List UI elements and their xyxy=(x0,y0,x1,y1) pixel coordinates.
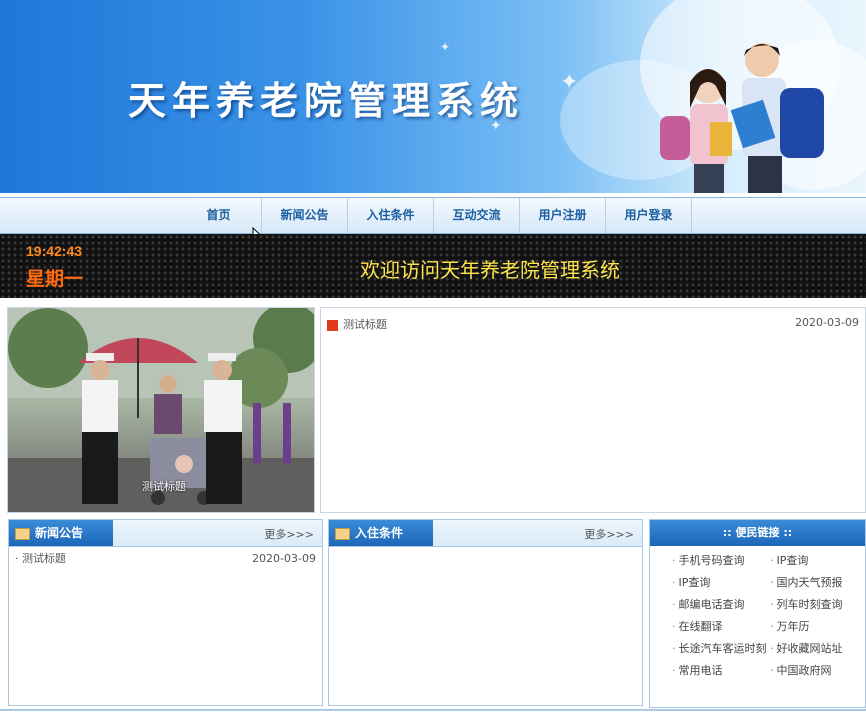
nav-item-checkin-conditions[interactable]: 入住条件 xyxy=(348,198,434,233)
news-title[interactable]: 测试标题 xyxy=(343,318,387,331)
news-panel: 新闻公告 更多>>> · 测试标题 2020-03-09 xyxy=(8,519,323,706)
news-title[interactable]: 测试标题 xyxy=(22,552,66,565)
led-marquee: 19:42:43 星期一 欢迎访问天年养老院管理系统 xyxy=(0,234,866,298)
featured-news-panel: 测试标题 2020-03-09 xyxy=(320,307,866,513)
welcome-message: 欢迎访问天年养老院管理系统 xyxy=(360,260,620,282)
link-item[interactable]: IP查询 xyxy=(770,552,809,568)
slideshow-caption: 测试标题 xyxy=(142,480,186,493)
link-item[interactable]: 长途汽车客运时刻 xyxy=(672,640,767,656)
link-item[interactable]: 万年历 xyxy=(770,618,810,634)
star-icon: ✦ xyxy=(440,40,451,54)
link-item[interactable]: 列车时刻查询 xyxy=(770,596,843,612)
clock-time: 19:42:43 xyxy=(26,243,83,259)
link-item[interactable]: 在线翻译 xyxy=(672,618,723,634)
nav-item-login[interactable]: 用户登录 xyxy=(606,198,692,233)
list-item[interactable]: · 测试标题 2020-03-09 xyxy=(15,550,316,568)
nav-item-home[interactable]: 首页 xyxy=(176,198,262,233)
nav-item-news[interactable]: 新闻公告 xyxy=(262,198,348,233)
star-icon: ✦ xyxy=(560,70,579,95)
more-link[interactable]: 更多>>> xyxy=(584,526,634,542)
book-icon xyxy=(15,527,30,540)
link-item[interactable]: 国内天气预报 xyxy=(770,574,843,590)
nav-item-interaction[interactable]: 互动交流 xyxy=(434,198,520,233)
link-item[interactable]: 中国政府网 xyxy=(770,662,832,678)
students-illustration xyxy=(660,43,824,193)
list-item[interactable]: 测试标题 2020-03-09 xyxy=(327,316,859,332)
site-title: 天年养老院管理系统 xyxy=(128,78,525,123)
panel-title: 新闻公告 xyxy=(35,526,84,540)
convenience-links-panel: :: 便民链接 :: 手机号码查询 IP查询 IP查询 国内天气预报 邮编电话查… xyxy=(649,519,866,708)
news-icon xyxy=(327,319,338,331)
link-item[interactable]: 常用电话 xyxy=(672,662,723,678)
banner: ✦ ✦ ✦ 天年养老院管理系统 xyxy=(0,0,866,193)
news-date: 2020-03-09 xyxy=(795,316,859,329)
checkin-panel: 入住条件 更多>>> xyxy=(328,519,643,706)
more-link[interactable]: 更多>>> xyxy=(264,526,314,542)
news-date: 2020-03-09 xyxy=(252,552,316,565)
main-navigation: 首页 新闻公告 入住条件 互动交流 用户注册 用户登录 xyxy=(0,197,866,234)
photo-slideshow[interactable]: 测试标题 xyxy=(7,307,315,513)
clock-weekday: 星期一 xyxy=(26,269,84,290)
link-item[interactable]: IP查询 xyxy=(672,574,711,590)
book-icon xyxy=(335,527,350,540)
footer-divider xyxy=(0,709,866,711)
panel-title: 入住条件 xyxy=(355,526,404,540)
link-item[interactable]: 好收藏网站址 xyxy=(770,640,843,656)
panel-title: :: 便民链接 :: xyxy=(650,520,865,546)
link-item[interactable]: 邮编电话查询 xyxy=(672,596,745,612)
link-item[interactable]: 手机号码查询 xyxy=(672,552,745,568)
nav-item-register[interactable]: 用户注册 xyxy=(520,198,606,233)
